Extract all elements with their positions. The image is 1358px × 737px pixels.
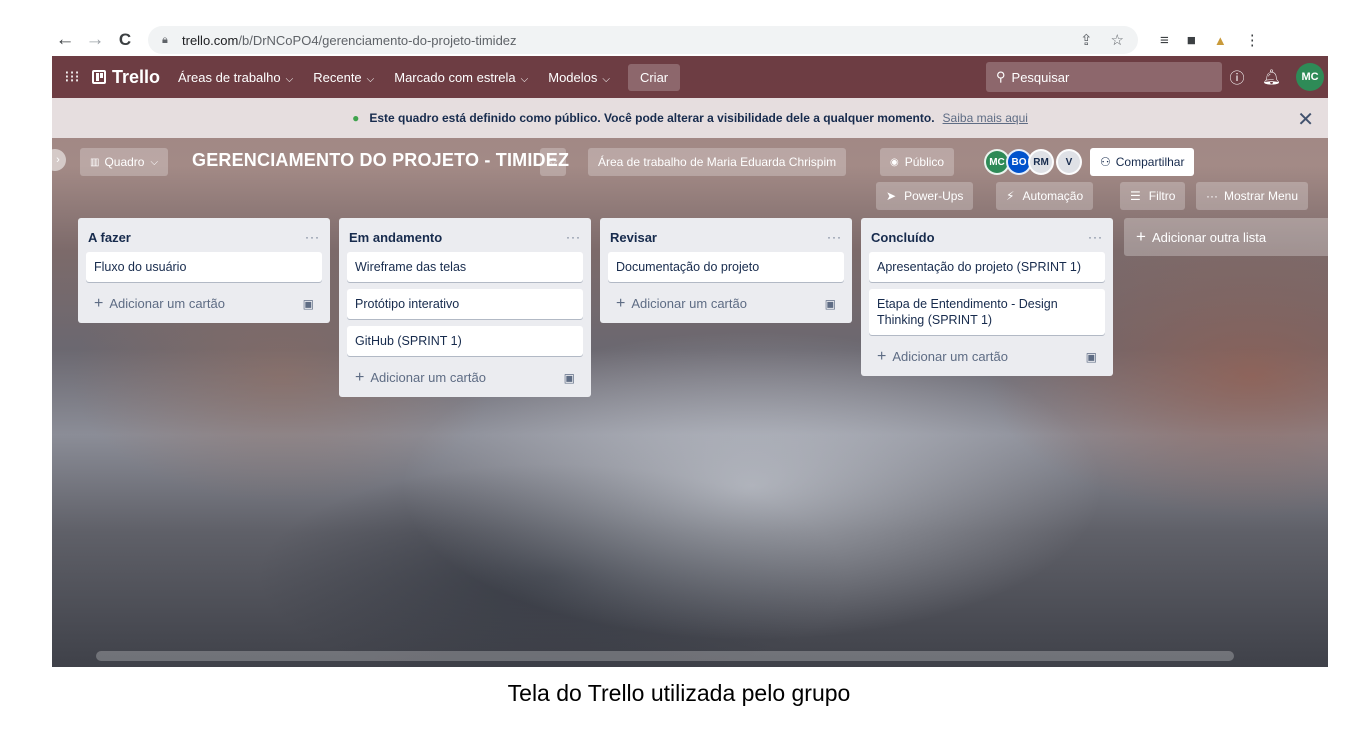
- side-panel-icon[interactable]: ■: [1187, 32, 1196, 49]
- reading-list-icon[interactable]: ≡: [1160, 32, 1169, 49]
- lock-icon[interactable]: 🔒︎: [162, 34, 174, 47]
- workspace-button[interactable]: Área de trabalho de Maria Eduarda Chrisp…: [588, 148, 847, 176]
- list-menu-icon[interactable]: ···: [1088, 230, 1103, 244]
- chevron-down-icon: ⌵: [285, 73, 294, 85]
- globe-icon: ◉: [890, 156, 899, 168]
- member-avatar[interactable]: RM: [1028, 149, 1054, 175]
- plus-icon: +: [877, 348, 887, 365]
- add-card-button[interactable]: + Adicionar um cartão ▣: [86, 289, 322, 317]
- public-board-banner: › ● Este quadro está definido como públi…: [52, 98, 1328, 171]
- add-list-button[interactable]: + Adicionar outra lista: [1124, 218, 1328, 256]
- card[interactable]: Apresentação do projeto (SPRINT 1): [869, 252, 1105, 282]
- filter-button[interactable]: ☰ Filtro: [1120, 182, 1186, 210]
- plus-icon: +: [616, 295, 626, 312]
- person-icon: ⚇: [1100, 155, 1111, 169]
- add-card-button[interactable]: + Adicionar um cartão ▣: [608, 289, 844, 317]
- card-template-icon[interactable]: ▣: [1086, 350, 1097, 364]
- card[interactable]: Etapa de Entendimento - Design Thinking …: [869, 289, 1105, 335]
- list-em-andamento: Em andamento ··· Wireframe das telas Pro…: [339, 218, 591, 397]
- add-card-button[interactable]: + Adicionar um cartão ▣: [869, 342, 1105, 370]
- list-menu-icon[interactable]: ···: [305, 230, 320, 244]
- add-card-button[interactable]: + Adicionar um cartão ▣: [347, 363, 583, 391]
- chevron-down-icon: ⌵: [150, 156, 159, 168]
- more-icon: ···: [1206, 189, 1218, 203]
- learn-more-link[interactable]: Saiba mais aqui: [943, 111, 1028, 125]
- trello-app: ⁝⁝⁝ Trello Áreas de trabalho ⌵ Recente ⌵ M…: [52, 56, 1328, 667]
- show-menu-button[interactable]: ··· Mostrar Menu: [1196, 182, 1309, 210]
- menu-workspaces[interactable]: Áreas de trabalho ⌵: [178, 70, 293, 85]
- rocket-icon: ➤: [886, 189, 897, 203]
- list-title[interactable]: Revisar: [610, 230, 657, 245]
- star-board-button[interactable]: ☆: [540, 148, 566, 176]
- reload-icon[interactable]: C: [112, 27, 138, 53]
- card[interactable]: Wireframe das telas: [347, 252, 583, 282]
- search-placeholder: Pesquisar: [1011, 69, 1070, 85]
- list-concluido: Concluído ··· Apresentação do projeto (S…: [861, 218, 1113, 376]
- menu-recent[interactable]: Recente ⌵: [313, 70, 374, 85]
- card[interactable]: GitHub (SPRINT 1): [347, 326, 583, 356]
- create-button[interactable]: Criar: [627, 63, 681, 91]
- card[interactable]: Fluxo do usuário: [86, 252, 322, 282]
- browser-toolbar: ← → C 🔒︎ trello.com/b/DrNCoPO4/gerenciam…: [52, 24, 1328, 56]
- card[interactable]: Protótipo interativo: [347, 289, 583, 319]
- share-button[interactable]: ⚇ Compartilhar: [1090, 148, 1195, 176]
- list-menu-icon[interactable]: ···: [566, 230, 581, 244]
- member-avatar[interactable]: V: [1056, 149, 1082, 175]
- board-header: ▥ Quadro ⌵ GERENCIAMENTO DO PROJETO - TI…: [52, 146, 1328, 210]
- apps-grid-icon[interactable]: ⁝⁝⁝: [54, 67, 90, 87]
- horizontal-scrollbar[interactable]: [96, 651, 1234, 661]
- list-revisar: Revisar ··· Documentação do projeto + Adi…: [600, 218, 852, 323]
- search-icon: ⚲: [996, 69, 1006, 84]
- power-ups-button[interactable]: ➤ Power-Ups: [876, 182, 974, 210]
- back-arrow-icon[interactable]: ←: [52, 27, 78, 53]
- trello-logo-icon: [92, 70, 106, 84]
- list-title[interactable]: Em andamento: [349, 230, 442, 245]
- address-bar[interactable]: 🔒︎ trello.com/b/DrNCoPO4/gerenciamento-d…: [148, 26, 1138, 54]
- plus-icon: +: [355, 369, 365, 386]
- plus-icon: +: [1136, 227, 1146, 246]
- card-template-icon[interactable]: ▣: [564, 371, 575, 385]
- filter-icon: ☰: [1130, 189, 1141, 203]
- banner-message: Este quadro está definido como público. …: [369, 111, 935, 125]
- card-template-icon[interactable]: ▣: [825, 297, 836, 311]
- app-header: ⁝⁝⁝ Trello Áreas de trabalho ⌵ Recente ⌵ M…: [52, 56, 1328, 98]
- card[interactable]: Documentação do projeto: [608, 252, 844, 282]
- bell-icon[interactable]: 🔔︎: [1262, 68, 1281, 86]
- chevron-down-icon: ⌵: [366, 73, 375, 85]
- lightning-icon: ⚡︎: [1006, 189, 1015, 203]
- view-switcher-button[interactable]: ▥ Quadro ⌵: [80, 148, 169, 176]
- chevron-down-icon: ⌵: [602, 73, 610, 85]
- kebab-menu-icon[interactable]: ⋮: [1245, 31, 1260, 49]
- menu-templates[interactable]: Modelos ⌵: [548, 70, 610, 85]
- url-host: trello.com: [182, 32, 239, 48]
- info-icon[interactable]: ⓘ: [1228, 67, 1246, 88]
- list-a-fazer: A fazer ··· Fluxo do usuário + Adicionar …: [78, 218, 330, 323]
- search-input[interactable]: ⚲ Pesquisar: [986, 62, 1222, 92]
- card-template-icon[interactable]: ▣: [303, 297, 314, 311]
- board-title[interactable]: GERENCIAMENTO DO PROJETO - TIMIDEZ: [192, 150, 569, 171]
- extension-icon[interactable]: ▲: [1214, 33, 1227, 48]
- figure-caption: Tela do Trello utilizada pelo grupo: [507, 680, 851, 706]
- chevron-down-icon: ⌵: [520, 73, 529, 85]
- close-icon[interactable]: ✕: [1297, 107, 1314, 132]
- forward-arrow-icon[interactable]: →: [82, 27, 108, 53]
- bookmark-star-icon[interactable]: ☆: [1111, 31, 1124, 49]
- avatar[interactable]: MC: [1296, 63, 1324, 91]
- menu-starred[interactable]: Marcado com estrela ⌵: [394, 70, 528, 85]
- board-view-icon: ▥: [90, 156, 100, 168]
- visibility-button[interactable]: ◉ Público: [880, 148, 955, 176]
- globe-icon: ●: [352, 111, 360, 125]
- trello-logo[interactable]: Trello: [92, 67, 160, 88]
- share-icon[interactable]: ⇪: [1080, 31, 1093, 49]
- list-menu-icon[interactable]: ···: [827, 230, 842, 244]
- automation-button[interactable]: ⚡︎ Automação: [996, 182, 1094, 210]
- list-title[interactable]: Concluído: [871, 230, 935, 245]
- plus-icon: +: [94, 295, 104, 312]
- url-path: /b/DrNCoPO4/gerenciamento-do-projeto-tim…: [238, 32, 517, 48]
- list-title[interactable]: A fazer: [88, 230, 131, 245]
- logo-text: Trello: [112, 66, 161, 87]
